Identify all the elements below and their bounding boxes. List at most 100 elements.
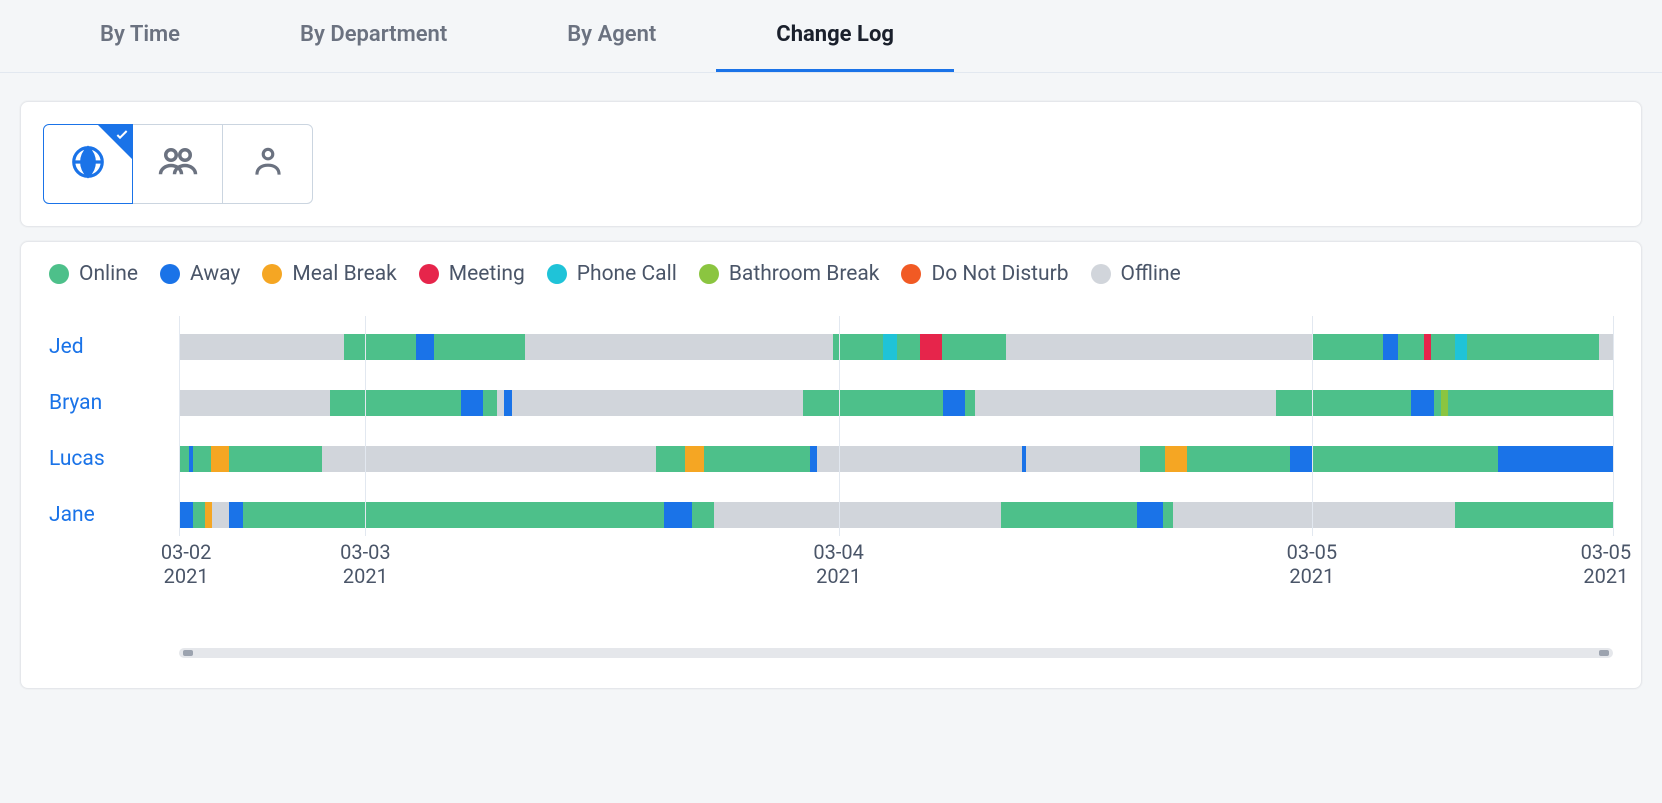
timeline-segment — [975, 390, 1276, 416]
timeline-segment — [416, 334, 435, 360]
group-icon — [157, 141, 199, 187]
timeline-segment — [817, 446, 1022, 472]
timeline-segment — [193, 502, 204, 528]
gridline — [1312, 316, 1313, 536]
legend-dot — [49, 264, 69, 284]
timeline-segment — [229, 502, 243, 528]
timeline-segment — [1165, 446, 1187, 472]
legend-item[interactable]: Online — [49, 262, 138, 286]
timeline-segment — [810, 446, 817, 472]
legend-label: Meeting — [449, 262, 525, 286]
legend-dot — [1091, 264, 1111, 284]
timeline-segment — [322, 446, 656, 472]
timeline-segment — [461, 390, 483, 416]
legend-item[interactable]: Offline — [1091, 262, 1181, 286]
timeline-segment — [179, 446, 189, 472]
timeline-segment — [512, 390, 803, 416]
x-axis-label: 03-022021 — [161, 540, 212, 588]
legend-item[interactable]: Do Not Disturb — [901, 262, 1068, 286]
gridline — [365, 316, 366, 536]
legend-label: Do Not Disturb — [931, 262, 1068, 286]
agent-row-label[interactable]: Bryan — [49, 390, 179, 416]
timeline-segment — [714, 502, 1001, 528]
legend-label: Bathroom Break — [729, 262, 880, 286]
tab-by-department[interactable]: By Department — [240, 0, 507, 72]
gridline — [839, 316, 840, 536]
legend-item[interactable]: Phone Call — [547, 262, 677, 286]
timeline-row — [179, 502, 1613, 528]
x-axis-label: 03-032021 — [340, 540, 391, 588]
legend-dot — [419, 264, 439, 284]
legend-label: Online — [79, 262, 138, 286]
timeline-segment — [1441, 390, 1448, 416]
tab-by-agent[interactable]: By Agent — [507, 0, 716, 72]
chart-card: Online Away Meal Break Meeting Phone Call Bat… — [20, 241, 1642, 689]
timeline-segment — [1498, 446, 1613, 472]
timeline-segment — [243, 502, 663, 528]
timeline-segment — [434, 334, 524, 360]
timeline-segment — [330, 390, 462, 416]
legend-item[interactable]: Meeting — [419, 262, 525, 286]
timeline-segment — [229, 446, 322, 472]
timeline-segment — [883, 334, 897, 360]
timeline-segment — [803, 390, 944, 416]
timeline-segment — [965, 390, 975, 416]
filter-person-button[interactable] — [223, 124, 313, 204]
timeline-segment — [1140, 446, 1166, 472]
timeline-segment — [943, 390, 965, 416]
timeline-segment — [193, 446, 210, 472]
timeline-segment — [1026, 446, 1139, 472]
agent-row-label[interactable]: Lucas — [49, 446, 179, 472]
legend-dot — [547, 264, 567, 284]
timeline-segment — [211, 446, 230, 472]
timeline-segment — [525, 334, 833, 360]
legend-label: Away — [190, 262, 240, 286]
tab-change-log[interactable]: Change Log — [716, 0, 954, 72]
timeline-segment — [497, 390, 504, 416]
filter-global-button[interactable] — [43, 124, 133, 204]
timeline-segment — [685, 446, 704, 472]
timeline-chart: JedBryanLucasJane 03-02202103-03202103-0… — [49, 316, 1613, 568]
x-axis-label: 03-052021 — [1581, 540, 1632, 588]
timeline-segment — [704, 446, 810, 472]
tabs: By Time By Department By Agent Change Lo… — [0, 0, 1662, 73]
timeline-row — [179, 446, 1613, 472]
legend-item[interactable]: Meal Break — [262, 262, 396, 286]
legend-dot — [901, 264, 921, 284]
timeline-segment — [1448, 390, 1613, 416]
legend-dot — [262, 264, 282, 284]
timeline-segment — [1467, 334, 1599, 360]
timeline-segment — [833, 334, 883, 360]
timeline-segment — [897, 334, 920, 360]
timeline-row — [179, 334, 1613, 360]
timeline-row — [179, 390, 1613, 416]
timeline-segment — [1431, 334, 1455, 360]
timeline-segment — [1001, 502, 1137, 528]
legend-item[interactable]: Bathroom Break — [699, 262, 880, 286]
timeline-segment — [1383, 334, 1397, 360]
agent-row-label[interactable]: Jane — [49, 502, 179, 528]
timeline-segment — [483, 390, 497, 416]
timeline-segment — [1312, 446, 1498, 472]
timeline-segment — [1398, 334, 1424, 360]
legend-label: Phone Call — [577, 262, 677, 286]
timeline-scrollbar[interactable] — [179, 648, 1613, 658]
timeline-segment — [1187, 446, 1290, 472]
timeline-segment — [1424, 334, 1431, 360]
legend-dot — [160, 264, 180, 284]
timeline-segment — [1434, 390, 1441, 416]
timeline-segment — [1455, 334, 1466, 360]
agent-row-label[interactable]: Jed — [49, 334, 179, 360]
legend-label: Meal Break — [292, 262, 396, 286]
x-axis-label: 03-052021 — [1287, 540, 1338, 588]
timeline-segment — [1290, 446, 1312, 472]
timeline-segment — [920, 334, 942, 360]
legend-dot — [699, 264, 719, 284]
tab-by-time[interactable]: By Time — [40, 0, 240, 72]
legend-item[interactable]: Away — [160, 262, 240, 286]
timeline-segment — [1006, 334, 1311, 360]
filter-group-button[interactable] — [133, 124, 223, 204]
timeline-segment — [1173, 502, 1455, 528]
gridline — [1613, 316, 1614, 536]
timeline-segment — [179, 390, 330, 416]
